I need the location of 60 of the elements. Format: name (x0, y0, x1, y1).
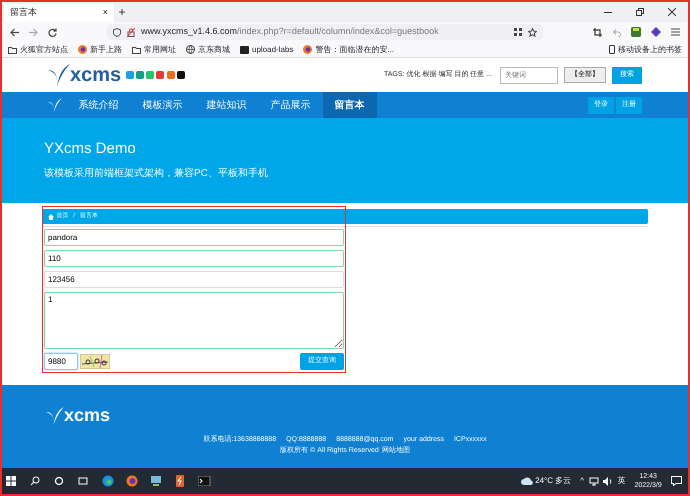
globe-icon (186, 45, 195, 54)
nav-tab[interactable]: 模板演示 (130, 92, 194, 118)
weather-text[interactable]: 24°C 多云 (535, 475, 572, 487)
input-field[interactable]: pandora (44, 229, 344, 246)
nav-tab[interactable]: 产品展示 (258, 92, 322, 118)
input-field[interactable]: 123456 (44, 271, 344, 288)
qr-code-icon[interactable] (514, 28, 522, 36)
logo-icon[interactable] (48, 98, 62, 112)
crop-icon[interactable] (593, 28, 602, 36)
firefox-icon (303, 45, 312, 54)
captcha-field[interactable]: 9880 (44, 353, 78, 370)
reload-icon[interactable] (48, 28, 57, 36)
bookmark-item[interactable]: 火狐官方站点 (8, 44, 68, 56)
firefox-icon (78, 45, 87, 54)
folder-icon (132, 46, 141, 54)
folder-icon (8, 46, 17, 54)
close-tab-button[interactable]: × (102, 6, 108, 20)
volume-icon[interactable] (603, 476, 613, 486)
square-icon (240, 46, 249, 54)
cloud-icon[interactable] (520, 477, 533, 485)
close-icon[interactable] (668, 8, 676, 16)
address-bar[interactable]: www.yxcms_v1.4.6.com/index.php?r=default/column/index&col=guestbook (107, 24, 543, 40)
hero-subtitle: 该模板采用前端框架式架构，兼容PC、平板和手机 (44, 166, 269, 181)
nav-tab[interactable]: 系统介绍 (66, 92, 130, 118)
theme-swatch[interactable] (166, 71, 175, 79)
theme-swatch[interactable] (146, 71, 154, 79)
network-icon[interactable] (588, 476, 598, 486)
theme-swatch[interactable] (156, 71, 164, 79)
browser-tab[interactable]: 留言本 × (4, 4, 114, 22)
ime-indicator[interactable]: 英 (618, 475, 626, 487)
bookmark-item[interactable]: upload-labs (240, 44, 294, 56)
phone-icon (609, 45, 615, 54)
menu-icon[interactable] (671, 28, 680, 36)
tray-caret[interactable]: ^ (580, 475, 584, 487)
url-text: www.yxcms_v1.4.6.com/index.php?r=default/column/index&col=guestbook (141, 25, 439, 38)
star-icon[interactable] (528, 28, 537, 36)
bookmark-item[interactable]: 常用网址 (132, 44, 176, 56)
insecure-lock-icon (127, 28, 135, 36)
nav-tab[interactable]: 留言本 (322, 92, 376, 118)
home-icon (48, 214, 54, 220)
footer-logo: xcms (46, 405, 644, 426)
bookmark-item[interactable]: 警告：面临潜在的安... (303, 44, 394, 56)
back-icon[interactable] (10, 28, 19, 36)
input-field[interactable]: 110 (44, 250, 344, 267)
new-tab-button[interactable]: + (114, 2, 130, 22)
extension-icon[interactable] (631, 27, 641, 37)
notification-icon[interactable] (670, 476, 682, 486)
nav-tab[interactable]: 建站知识 (194, 92, 258, 118)
message-field[interactable]: 1 (44, 292, 344, 349)
mobile-bookmarks[interactable]: 移动设备上的书签 (609, 44, 682, 56)
bookmark-item[interactable]: 京东商城 (186, 44, 230, 56)
extension-icon[interactable] (651, 27, 661, 37)
theme-swatch[interactable] (126, 71, 134, 79)
site-logo[interactable]: xcms (48, 64, 122, 86)
shield-icon (113, 28, 121, 36)
theme-swatch[interactable] (136, 71, 144, 79)
bookmark-item[interactable]: 新手上路 (78, 44, 122, 56)
theme-swatch[interactable] (176, 71, 185, 79)
hero-title: YXcms Demo (44, 140, 137, 158)
restore-icon[interactable] (636, 8, 644, 16)
